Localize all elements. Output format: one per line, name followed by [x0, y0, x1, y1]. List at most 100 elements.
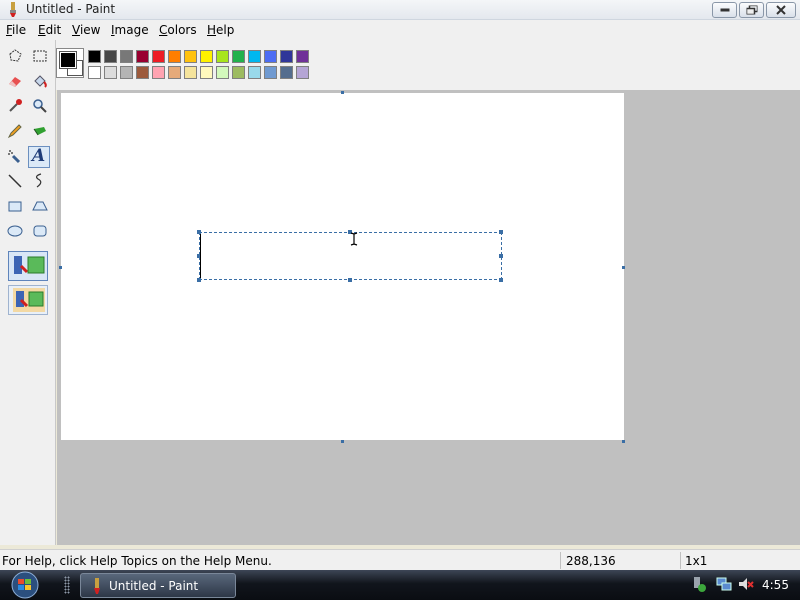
minimize-button[interactable]: [712, 2, 737, 18]
ellipse-icon: [7, 225, 23, 237]
transparent-background-option[interactable]: [8, 285, 48, 315]
polygon-icon: [32, 201, 48, 211]
canvas-resize-handle: [59, 266, 62, 269]
color-swatch[interactable]: [216, 66, 229, 79]
rounded-rectangle-tool[interactable]: [29, 220, 51, 242]
text-box-handle[interactable]: [499, 254, 503, 258]
restore-button[interactable]: [739, 2, 764, 18]
status-separator: [560, 552, 561, 569]
taskbar-paint-label: Untitled - Paint: [109, 579, 199, 593]
safely-remove-hardware-icon[interactable]: [691, 576, 707, 592]
magnifier-icon: [33, 99, 47, 113]
color-swatch[interactable]: [136, 66, 149, 79]
line-icon: [8, 174, 22, 188]
pick-color-tool[interactable]: [4, 95, 26, 117]
taskbar-grip[interactable]: [64, 576, 70, 594]
color-swatch[interactable]: [136, 50, 149, 63]
opaque-background-option[interactable]: [8, 251, 48, 281]
color-swatch[interactable]: [264, 50, 277, 63]
text-box-handle[interactable]: [348, 278, 352, 282]
ellipse-tool[interactable]: [4, 220, 26, 242]
toolbox: A: [0, 40, 56, 545]
text-box-handle[interactable]: [499, 230, 503, 234]
color-swatch[interactable]: [168, 50, 181, 63]
curve-icon: [35, 173, 42, 188]
color-swatch[interactable]: [232, 66, 245, 79]
restore-icon: [746, 5, 757, 15]
foreground-color-swatch[interactable]: [59, 51, 77, 69]
menu-edit[interactable]: Edit: [38, 23, 61, 37]
color-swatch[interactable]: [232, 50, 245, 63]
select-tool[interactable]: [29, 45, 51, 67]
color-swatch[interactable]: [88, 66, 101, 79]
start-button-icon[interactable]: [5, 571, 45, 599]
menu-view[interactable]: View: [72, 23, 100, 37]
eraser-icon: [9, 77, 21, 87]
color-swatch[interactable]: [200, 50, 213, 63]
color-swatch[interactable]: [200, 66, 213, 79]
color-swatch[interactable]: [216, 50, 229, 63]
close-icon: [776, 5, 786, 15]
paint-app-icon: [10, 2, 16, 17]
color-swatch[interactable]: [296, 66, 309, 79]
volume-muted-icon[interactable]: [738, 576, 754, 592]
canvas-resize-handle[interactable]: [341, 440, 344, 443]
menu-colors[interactable]: Colors: [159, 23, 197, 37]
taskbar-paint-button[interactable]: Untitled - Paint: [80, 573, 236, 598]
network-icon[interactable]: [716, 576, 732, 592]
brush-icon: [33, 127, 46, 136]
rectangle-tool[interactable]: [4, 195, 26, 217]
color-palette-area: [0, 40, 800, 90]
color-swatch[interactable]: [104, 50, 117, 63]
text-box-handle[interactable]: [197, 278, 201, 282]
magnifier-tool[interactable]: [29, 95, 51, 117]
eraser-tool[interactable]: [4, 70, 26, 92]
text-caret: [200, 234, 201, 278]
taskbar: Untitled - Paint 4:55: [0, 570, 800, 600]
text-box-handle[interactable]: [499, 278, 503, 282]
color-swatch[interactable]: [296, 50, 309, 63]
menu-help[interactable]: Help: [207, 23, 234, 37]
color-swatch[interactable]: [88, 50, 101, 63]
airbrush-icon: [8, 150, 21, 164]
color-swatch[interactable]: [120, 50, 133, 63]
cursor-coordinates: 288,136: [566, 554, 616, 568]
color-swatch[interactable]: [168, 66, 181, 79]
line-tool[interactable]: [4, 170, 26, 192]
free-form-select-icon: [9, 49, 22, 62]
color-swatch[interactable]: [184, 50, 197, 63]
rectangle-icon: [8, 201, 22, 212]
text-tool[interactable]: A: [28, 146, 50, 168]
color-swatch[interactable]: [184, 66, 197, 79]
polygon-tool[interactable]: [29, 195, 51, 217]
color-swatch[interactable]: [120, 66, 133, 79]
color-swatch[interactable]: [152, 66, 165, 79]
select-icon: [33, 50, 47, 62]
text-tool-glyph: A: [32, 146, 46, 166]
color-swatch[interactable]: [264, 66, 277, 79]
opaque-option-icon: [14, 256, 45, 274]
brush-tool[interactable]: [29, 120, 51, 142]
color-swatch[interactable]: [152, 50, 165, 63]
selection-size: 1x1: [685, 554, 708, 568]
eyedropper-icon: [9, 99, 22, 112]
paint-app-icon: [94, 578, 100, 594]
color-swatch[interactable]: [104, 66, 117, 79]
rounded-rectangle-icon: [33, 225, 47, 237]
free-form-select-tool[interactable]: [4, 45, 26, 67]
color-swatch[interactable]: [280, 50, 293, 63]
color-swatch[interactable]: [248, 50, 261, 63]
system-clock[interactable]: 4:55: [762, 578, 789, 592]
airbrush-tool[interactable]: [4, 145, 26, 167]
transparent-option-icon: [13, 288, 45, 312]
menu-image[interactable]: Image: [111, 23, 149, 37]
canvas-resize-handle[interactable]: [622, 266, 625, 269]
close-button[interactable]: [766, 2, 796, 18]
pencil-tool[interactable]: [4, 120, 26, 142]
curve-tool[interactable]: [29, 170, 51, 192]
color-swatch[interactable]: [248, 66, 261, 79]
canvas-resize-handle[interactable]: [622, 440, 625, 443]
menu-file[interactable]: File: [6, 23, 26, 37]
fill-with-color-tool[interactable]: [29, 70, 51, 92]
color-swatch[interactable]: [280, 66, 293, 79]
